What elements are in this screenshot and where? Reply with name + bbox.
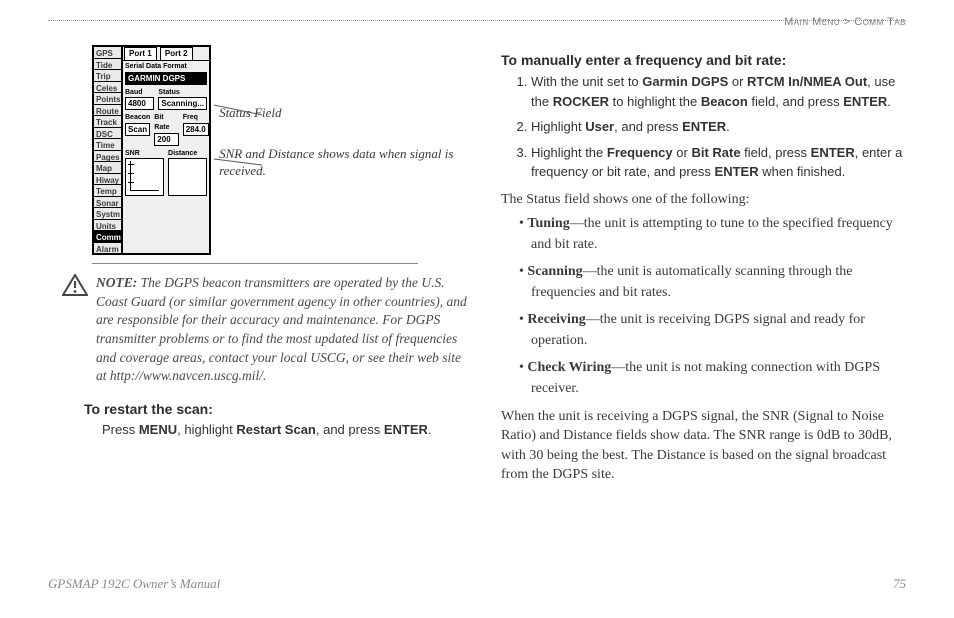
device-tab-port1: Port 1 xyxy=(124,47,157,60)
t: Press xyxy=(102,422,139,437)
manual-step-3: Highlight the Frequency or Bit Rate fiel… xyxy=(531,143,906,182)
device-freq-value: 284.0 xyxy=(183,123,209,136)
kw: Scanning xyxy=(527,264,582,279)
kw: Garmin DGPS xyxy=(642,74,728,89)
t: , and press xyxy=(316,422,384,437)
kw: Tuning xyxy=(527,216,569,231)
restart-step: Press MENU, highlight Restart Scan, and … xyxy=(102,421,467,440)
device-sidebar-item: Sonar xyxy=(94,197,121,209)
t: or xyxy=(728,74,747,89)
kw: Check Wiring xyxy=(527,360,611,375)
status-tuning: Tuning—the unit is attempting to tune to… xyxy=(519,213,906,255)
device-sidebar-item: Pages xyxy=(94,151,121,163)
heading-manual-entry: To manually enter a frequency and bit ra… xyxy=(501,51,906,70)
t: or xyxy=(673,145,692,160)
device-baud-label: Baud xyxy=(123,87,156,98)
device-snr-graph xyxy=(125,158,164,196)
device-sidebar-item: GPS xyxy=(94,47,121,59)
t: field, and press xyxy=(748,94,843,109)
t: when finished. xyxy=(759,164,846,179)
kw: ENTER xyxy=(715,164,759,179)
kw: Beacon xyxy=(701,94,748,109)
device-sidebar-item: Units xyxy=(94,220,121,232)
device-sidebar-item: Tide xyxy=(94,59,121,71)
t: . xyxy=(726,119,730,134)
kw: RTCM In/NMEA Out xyxy=(747,74,867,89)
device-bitrate-label: Bit Rate xyxy=(152,112,180,132)
kw: ENTER xyxy=(811,145,855,160)
kw-restart-scan: Restart Scan xyxy=(236,422,315,437)
device-sidebar-item: Map xyxy=(94,162,121,174)
t: . xyxy=(887,94,891,109)
device-dist-box xyxy=(168,158,207,196)
status-check-wiring: Check Wiring—the unit is not making conn… xyxy=(519,357,906,399)
device-sidebar-item: Time xyxy=(94,139,121,151)
t: to highlight the xyxy=(609,94,701,109)
device-snr-label: SNR xyxy=(123,148,166,159)
warning-triangle-icon xyxy=(62,274,88,296)
device-dist-label: Distance xyxy=(166,148,209,159)
kw: User xyxy=(585,119,614,134)
device-sidebar-item: Hiway xyxy=(94,174,121,186)
device-sidebar-item: Temp xyxy=(94,185,121,197)
footer-manual-title: GPSMAP 192C Owner’s Manual xyxy=(48,576,220,592)
note-body: The DGPS beacon transmitters are operate… xyxy=(96,275,467,383)
t: Highlight xyxy=(531,119,585,134)
kw: ENTER xyxy=(843,94,887,109)
breadcrumb-sep: > xyxy=(840,16,854,28)
kw: ROCKER xyxy=(553,94,609,109)
t: With the unit set to xyxy=(531,74,642,89)
device-sidebar-item: Route xyxy=(94,105,121,117)
device-sidebar-item: Alarm xyxy=(94,243,121,254)
device-sidebar-item: Points xyxy=(94,93,121,105)
device-baud-value: 4800 xyxy=(125,97,154,110)
device-sidebar-item: DSC xyxy=(94,128,121,140)
heading-restart-scan: To restart the scan: xyxy=(84,400,467,419)
kw: ENTER xyxy=(682,119,726,134)
device-beacon-value: Scan xyxy=(125,123,150,136)
status-scanning: Scanning—the unit is automatically scann… xyxy=(519,261,906,303)
figure-underline xyxy=(92,263,418,264)
device-screenshot: GPSTideTripCelesPointsRouteTrackDSCTimeP… xyxy=(92,45,211,255)
device-beacon-label: Beacon xyxy=(123,112,152,123)
footer-page-number: 75 xyxy=(893,576,906,592)
leader-line-icon xyxy=(214,95,264,175)
t: . xyxy=(428,422,432,437)
t: field, press xyxy=(741,145,811,160)
status-receiving: Receiving—the unit is receiving DGPS sig… xyxy=(519,309,906,351)
breadcrumb-main: Main Menu xyxy=(784,16,840,28)
kw: Bit Rate xyxy=(691,145,740,160)
breadcrumb: Main Menu > Comm Tab xyxy=(784,16,906,28)
device-bitrate-value: 200 xyxy=(154,133,178,146)
status-intro: The Status field shows one of the follow… xyxy=(501,190,906,209)
note-text: NOTE: The DGPS beacon transmitters are o… xyxy=(96,274,467,386)
breadcrumb-sub: Comm Tab xyxy=(854,16,906,28)
manual-step-1: With the unit set to Garmin DGPS or RTCM… xyxy=(531,72,906,111)
kw-menu: MENU xyxy=(139,422,177,437)
device-sidebar-item: Celes xyxy=(94,82,121,94)
device-status-label: Status xyxy=(156,87,209,98)
device-sidebar-item: Trip xyxy=(94,70,121,82)
device-sidebar-item: Systm xyxy=(94,208,121,220)
device-sdf-label: Serial Data Format xyxy=(123,61,209,72)
t: , and press xyxy=(614,119,682,134)
device-sidebar-item: Comm xyxy=(94,231,121,243)
device-freq-label: Freq xyxy=(181,112,211,123)
t: —the unit is attempting to tune to the s… xyxy=(531,216,893,252)
note-label: NOTE: xyxy=(96,275,137,290)
kw: Receiving xyxy=(527,312,585,327)
device-tab-port2: Port 2 xyxy=(160,47,193,60)
device-sidebar-item: Track xyxy=(94,116,121,128)
t: , highlight xyxy=(177,422,236,437)
t: Highlight the xyxy=(531,145,607,160)
device-sdf-value: GARMIN DGPS xyxy=(125,72,207,85)
device-status-value: Scanning... xyxy=(158,97,207,110)
kw-enter: ENTER xyxy=(384,422,428,437)
kw: Frequency xyxy=(607,145,673,160)
manual-step-2: Highlight User, and press ENTER. xyxy=(531,117,906,137)
divider xyxy=(48,20,906,21)
closing-paragraph: When the unit is receiving a DGPS signal… xyxy=(501,407,906,484)
